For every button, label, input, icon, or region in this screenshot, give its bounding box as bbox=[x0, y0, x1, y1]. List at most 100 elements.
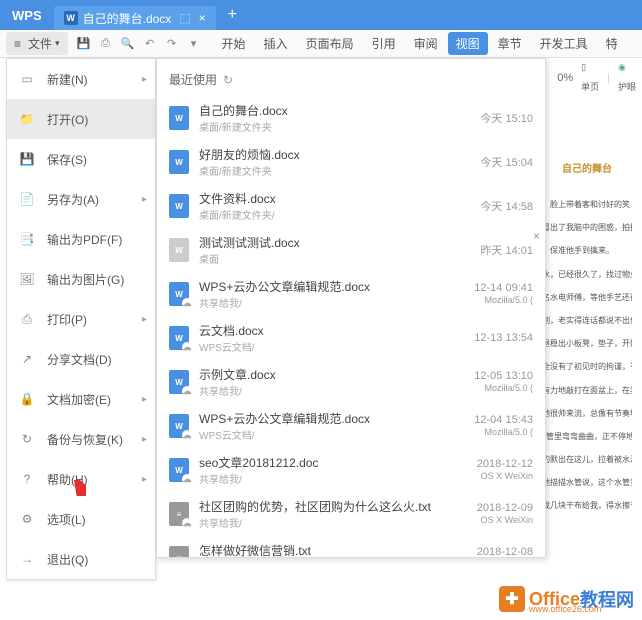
recent-files-panel: 最近使用 ↻ W 自己的舞台.docx 桌面/新建文件夹 今天 15:10W 好… bbox=[156, 58, 546, 558]
doc-line: 水，已经很久了，找过物业 bbox=[542, 267, 632, 282]
doc-line: 我几块干布给我，得水擦干了，我忙先去找来毛巾。当我 bbox=[542, 498, 632, 513]
file-menu-label: 备份与恢复(K) bbox=[47, 431, 123, 448]
doc-line: ，保准他手到擒来。 bbox=[542, 243, 632, 258]
recent-file-item[interactable]: W 自己的舞台.docx 桌面/新建文件夹 今天 15:10 bbox=[157, 96, 545, 140]
ribbon-tab[interactable]: 页面布局 bbox=[298, 32, 362, 55]
print-icon[interactable]: ⎙ bbox=[98, 36, 114, 52]
saveas-icon: 📄 bbox=[17, 191, 37, 207]
file-name: 怎样做好微信营销.txt bbox=[199, 542, 438, 558]
file-menu-label: 选项(L) bbox=[47, 511, 86, 528]
save-icon[interactable]: 💾 bbox=[76, 36, 92, 52]
ribbon-tab[interactable]: 视图 bbox=[448, 32, 488, 55]
recent-file-item[interactable]: W WPS+云办公文章编辑规范.docx 共享给我/ 12-14 09:41Mo… bbox=[157, 272, 545, 316]
doc-line: ，脸上带着客和讨好的笑 bbox=[542, 197, 632, 212]
file-type-icon: W bbox=[169, 194, 189, 218]
file-menu-item[interactable]: ⎙ 打印(P) ▸ bbox=[7, 299, 155, 339]
recent-file-item[interactable]: W 云文档.docx WPS云文档/ 12-13 13:54 bbox=[157, 316, 545, 360]
open-icon: 📁 bbox=[17, 111, 37, 127]
single-page-button[interactable]: ▯单页 bbox=[581, 62, 599, 93]
file-menu-item[interactable]: ▭ 新建(N) ▸ bbox=[7, 59, 155, 99]
tab-popup-icon[interactable]: ⬚ bbox=[179, 11, 190, 25]
refresh-icon[interactable]: ↻ bbox=[223, 73, 233, 87]
share-icon: ↗ bbox=[17, 351, 37, 367]
img-icon: 🖼 bbox=[17, 271, 37, 287]
file-menu-item[interactable]: 📁 打开(O) bbox=[7, 99, 155, 139]
file-menu-label: 打印(P) bbox=[47, 311, 87, 328]
file-menu-button[interactable]: 文件 ▾ bbox=[6, 32, 68, 55]
recent-file-item[interactable]: W 示例文章.docx 共享给我/ 12-05 13:10Mozilla/5.0… bbox=[157, 360, 545, 404]
file-menu-item[interactable]: 🔒 文档加密(E) ▸ bbox=[7, 379, 155, 419]
file-name: 云文档.docx bbox=[199, 322, 438, 339]
file-type-icon: W bbox=[169, 238, 189, 262]
chevron-right-icon: ▸ bbox=[142, 474, 147, 485]
doc-line: 有力地敲打在面盆上，在我 bbox=[542, 383, 632, 398]
save-icon: 💾 bbox=[17, 151, 37, 167]
file-menu-item[interactable]: 💾 保存(S) bbox=[7, 139, 155, 179]
recent-file-item[interactable]: W 文件资料.docx 桌面/新建文件夹/ 今天 14:58 bbox=[157, 184, 545, 228]
doc-line: 退稳出小板凳，垫子，开始 bbox=[542, 336, 632, 351]
hamburger-icon bbox=[14, 37, 24, 51]
ribbon-tab[interactable]: 插入 bbox=[256, 32, 296, 55]
recent-file-item[interactable]: ≡ 怎样做好微信营销.txt 共享给我/ 2018-12-08OS X WeiX… bbox=[157, 536, 545, 558]
recent-file-item[interactable]: W 测试测试测试.docx 桌面 昨天 14:01 bbox=[157, 228, 545, 272]
file-name: seo文章20181212.doc bbox=[199, 454, 438, 471]
file-time: 2018-12-12OS X WeiXin bbox=[438, 458, 533, 482]
ribbon-tab[interactable]: 审阅 bbox=[406, 32, 446, 55]
file-menu-item[interactable]: ⚙ 选项(L) bbox=[7, 499, 155, 539]
doc-line: 的默出在这儿，拉着被水浸 bbox=[542, 452, 632, 467]
eye-care-button[interactable]: ◉护眼 bbox=[618, 62, 636, 93]
exit-icon: → bbox=[17, 551, 37, 567]
close-panel-icon[interactable]: × bbox=[533, 229, 546, 243]
preview-icon[interactable]: 🔍 bbox=[120, 36, 136, 52]
file-type-icon: W bbox=[169, 414, 189, 438]
recent-header: 最近使用 ↻ bbox=[157, 67, 545, 96]
doc-line: 地很帅来流，总像有节奏地般 bbox=[542, 406, 632, 421]
recent-file-item[interactable]: W seo文章20181212.doc 共享给我/ 2018-12-12OS X… bbox=[157, 448, 545, 492]
close-icon[interactable]: × bbox=[199, 11, 206, 25]
ribbon-tabs: 开始插入页面布局引用审阅视图章节开发工具特 bbox=[214, 32, 626, 55]
ribbon-tab[interactable]: 章节 bbox=[490, 32, 530, 55]
chevron-right-icon: ▸ bbox=[142, 74, 147, 85]
file-menu-item[interactable]: → 退出(Q) bbox=[7, 539, 155, 579]
document-body: 自己的舞台 ，脸上带着客和讨好的笑冒出了我脑中的困惑，拍拍，保准他手到擒来。水，… bbox=[542, 160, 632, 522]
file-type-icon: W bbox=[169, 326, 189, 350]
file-menu-item[interactable]: ? 帮助(H) ▸ bbox=[7, 459, 155, 499]
add-tab-button[interactable]: + bbox=[228, 6, 237, 24]
doc-line: 他描描水管说，这个水管呈 bbox=[542, 475, 632, 490]
help-icon: ? bbox=[17, 471, 37, 487]
file-menu-item[interactable]: ↗ 分享文档(D) bbox=[7, 339, 155, 379]
file-menu-label: 新建(N) bbox=[47, 71, 88, 88]
file-menu-label: 文档加密(E) bbox=[47, 391, 111, 408]
pdf-icon: 📑 bbox=[17, 231, 37, 247]
file-time: 2018-12-08OS X WeiXin bbox=[438, 546, 533, 558]
ribbon-tab[interactable]: 特 bbox=[598, 32, 626, 55]
undo-icon[interactable]: ↶ bbox=[142, 36, 158, 52]
ribbon-tab[interactable]: 引用 bbox=[364, 32, 404, 55]
file-menu-item[interactable]: ↻ 备份与恢复(K) ▸ bbox=[7, 419, 155, 459]
file-name: 测试测试测试.docx bbox=[199, 234, 438, 251]
dropdown-icon[interactable]: ▾ bbox=[186, 36, 202, 52]
file-path: WPS云文档/ bbox=[199, 339, 438, 354]
ribbon-tab[interactable]: 开发工具 bbox=[532, 32, 596, 55]
ribbon-tab[interactable]: 开始 bbox=[214, 32, 254, 55]
doc-title: 自己的舞台 bbox=[542, 160, 632, 179]
doc-line: 割，老实得连话都说不出什 bbox=[542, 313, 632, 328]
file-type-icon: W bbox=[169, 150, 189, 174]
file-menu-item[interactable]: 🖼 输出为图片(G) bbox=[7, 259, 155, 299]
redo-icon[interactable]: ↷ bbox=[164, 36, 180, 52]
file-menu-item[interactable]: 📄 另存为(A) ▸ bbox=[7, 179, 155, 219]
recent-file-item[interactable]: ≡ 社区团购的优势，社区团购为什么这么火.txt 共享给我/ 2018-12-0… bbox=[157, 492, 545, 536]
gear-icon: ⚙ bbox=[17, 511, 37, 527]
file-type-icon: W bbox=[169, 106, 189, 130]
file-path: 共享给我/ bbox=[199, 515, 438, 530]
file-menu-item[interactable]: 📑 输出为PDF(F) bbox=[7, 219, 155, 259]
recent-file-item[interactable]: W WPS+云办公文章编辑规范.docx WPS云文档/ 12-04 15:43… bbox=[157, 404, 545, 448]
file-time: 2018-12-09OS X WeiXin bbox=[438, 502, 533, 526]
file-time: 今天 15:04 bbox=[438, 154, 533, 170]
lock-icon: 🔒 bbox=[17, 391, 37, 407]
file-menu-label: 输出为PDF(F) bbox=[47, 231, 122, 248]
chevron-right-icon: ▸ bbox=[142, 434, 147, 445]
document-tab[interactable]: W 自己的舞台.docx ⬚ × bbox=[54, 6, 216, 30]
file-name: 好朋友的烦恼.docx bbox=[199, 146, 438, 163]
recent-file-item[interactable]: W 好朋友的烦恼.docx 桌面/新建文件夹 今天 15:04 bbox=[157, 140, 545, 184]
